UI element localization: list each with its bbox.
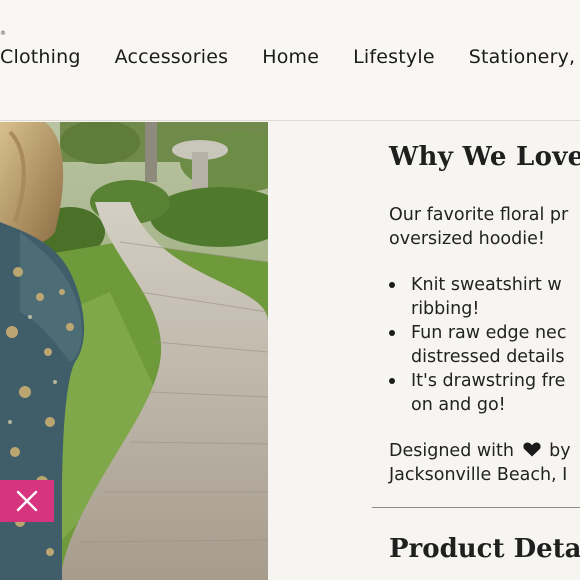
feature-line: Knit sweatshirt w: [411, 275, 562, 295]
intro-line: Our favorite floral pr: [389, 205, 569, 225]
product-details-heading[interactable]: Product Details: [389, 534, 580, 564]
feature-line: distressed details: [411, 347, 565, 367]
designed-location: Jacksonville Beach, I: [389, 465, 568, 485]
section-divider: [372, 507, 580, 508]
heart-icon: [522, 442, 541, 457]
nav-item-accessories[interactable]: Accessories: [115, 46, 229, 68]
designed-by-text: Designed with by Jacksonville Beach, I: [389, 439, 571, 487]
close-icon: [16, 490, 38, 512]
nav-item-home[interactable]: Home: [262, 46, 319, 68]
nav-item-stationery[interactable]: Stationery, I: [469, 46, 580, 68]
trademark-symbol: ®: [0, 30, 6, 37]
why-we-love-heading: Why We Love I: [389, 142, 580, 172]
feature-line: Fun raw edge nec: [411, 323, 567, 343]
close-button[interactable]: [0, 480, 54, 522]
feature-line: ribbing!: [411, 299, 480, 319]
feature-line: It's drawstring fre: [411, 371, 566, 391]
designed-suffix: by: [549, 441, 571, 461]
product-intro: Our favorite floral pr oversized hoodie!: [389, 203, 580, 251]
nav-item-clothing[interactable]: Clothing: [0, 46, 81, 68]
intro-line: oversized hoodie!: [389, 229, 545, 249]
feature-list: Knit sweatshirt w ribbing! Fun raw edge …: [389, 273, 566, 417]
product-description-panel: Why We Love I Our favorite floral pr ove…: [269, 122, 580, 580]
nav-item-lifestyle[interactable]: Lifestyle: [353, 46, 435, 68]
top-navigation: ® Clothing Accessories Home Lifestyle St…: [0, 0, 580, 121]
feature-line: on and go!: [411, 395, 506, 415]
feature-item: Knit sweatshirt w ribbing!: [389, 273, 566, 321]
nav-menu: Clothing Accessories Home Lifestyle Stat…: [0, 46, 580, 68]
feature-item: Fun raw edge nec distressed details: [389, 321, 566, 369]
designed-prefix: Designed with: [389, 441, 514, 461]
feature-item: It's drawstring fre on and go!: [389, 369, 566, 417]
